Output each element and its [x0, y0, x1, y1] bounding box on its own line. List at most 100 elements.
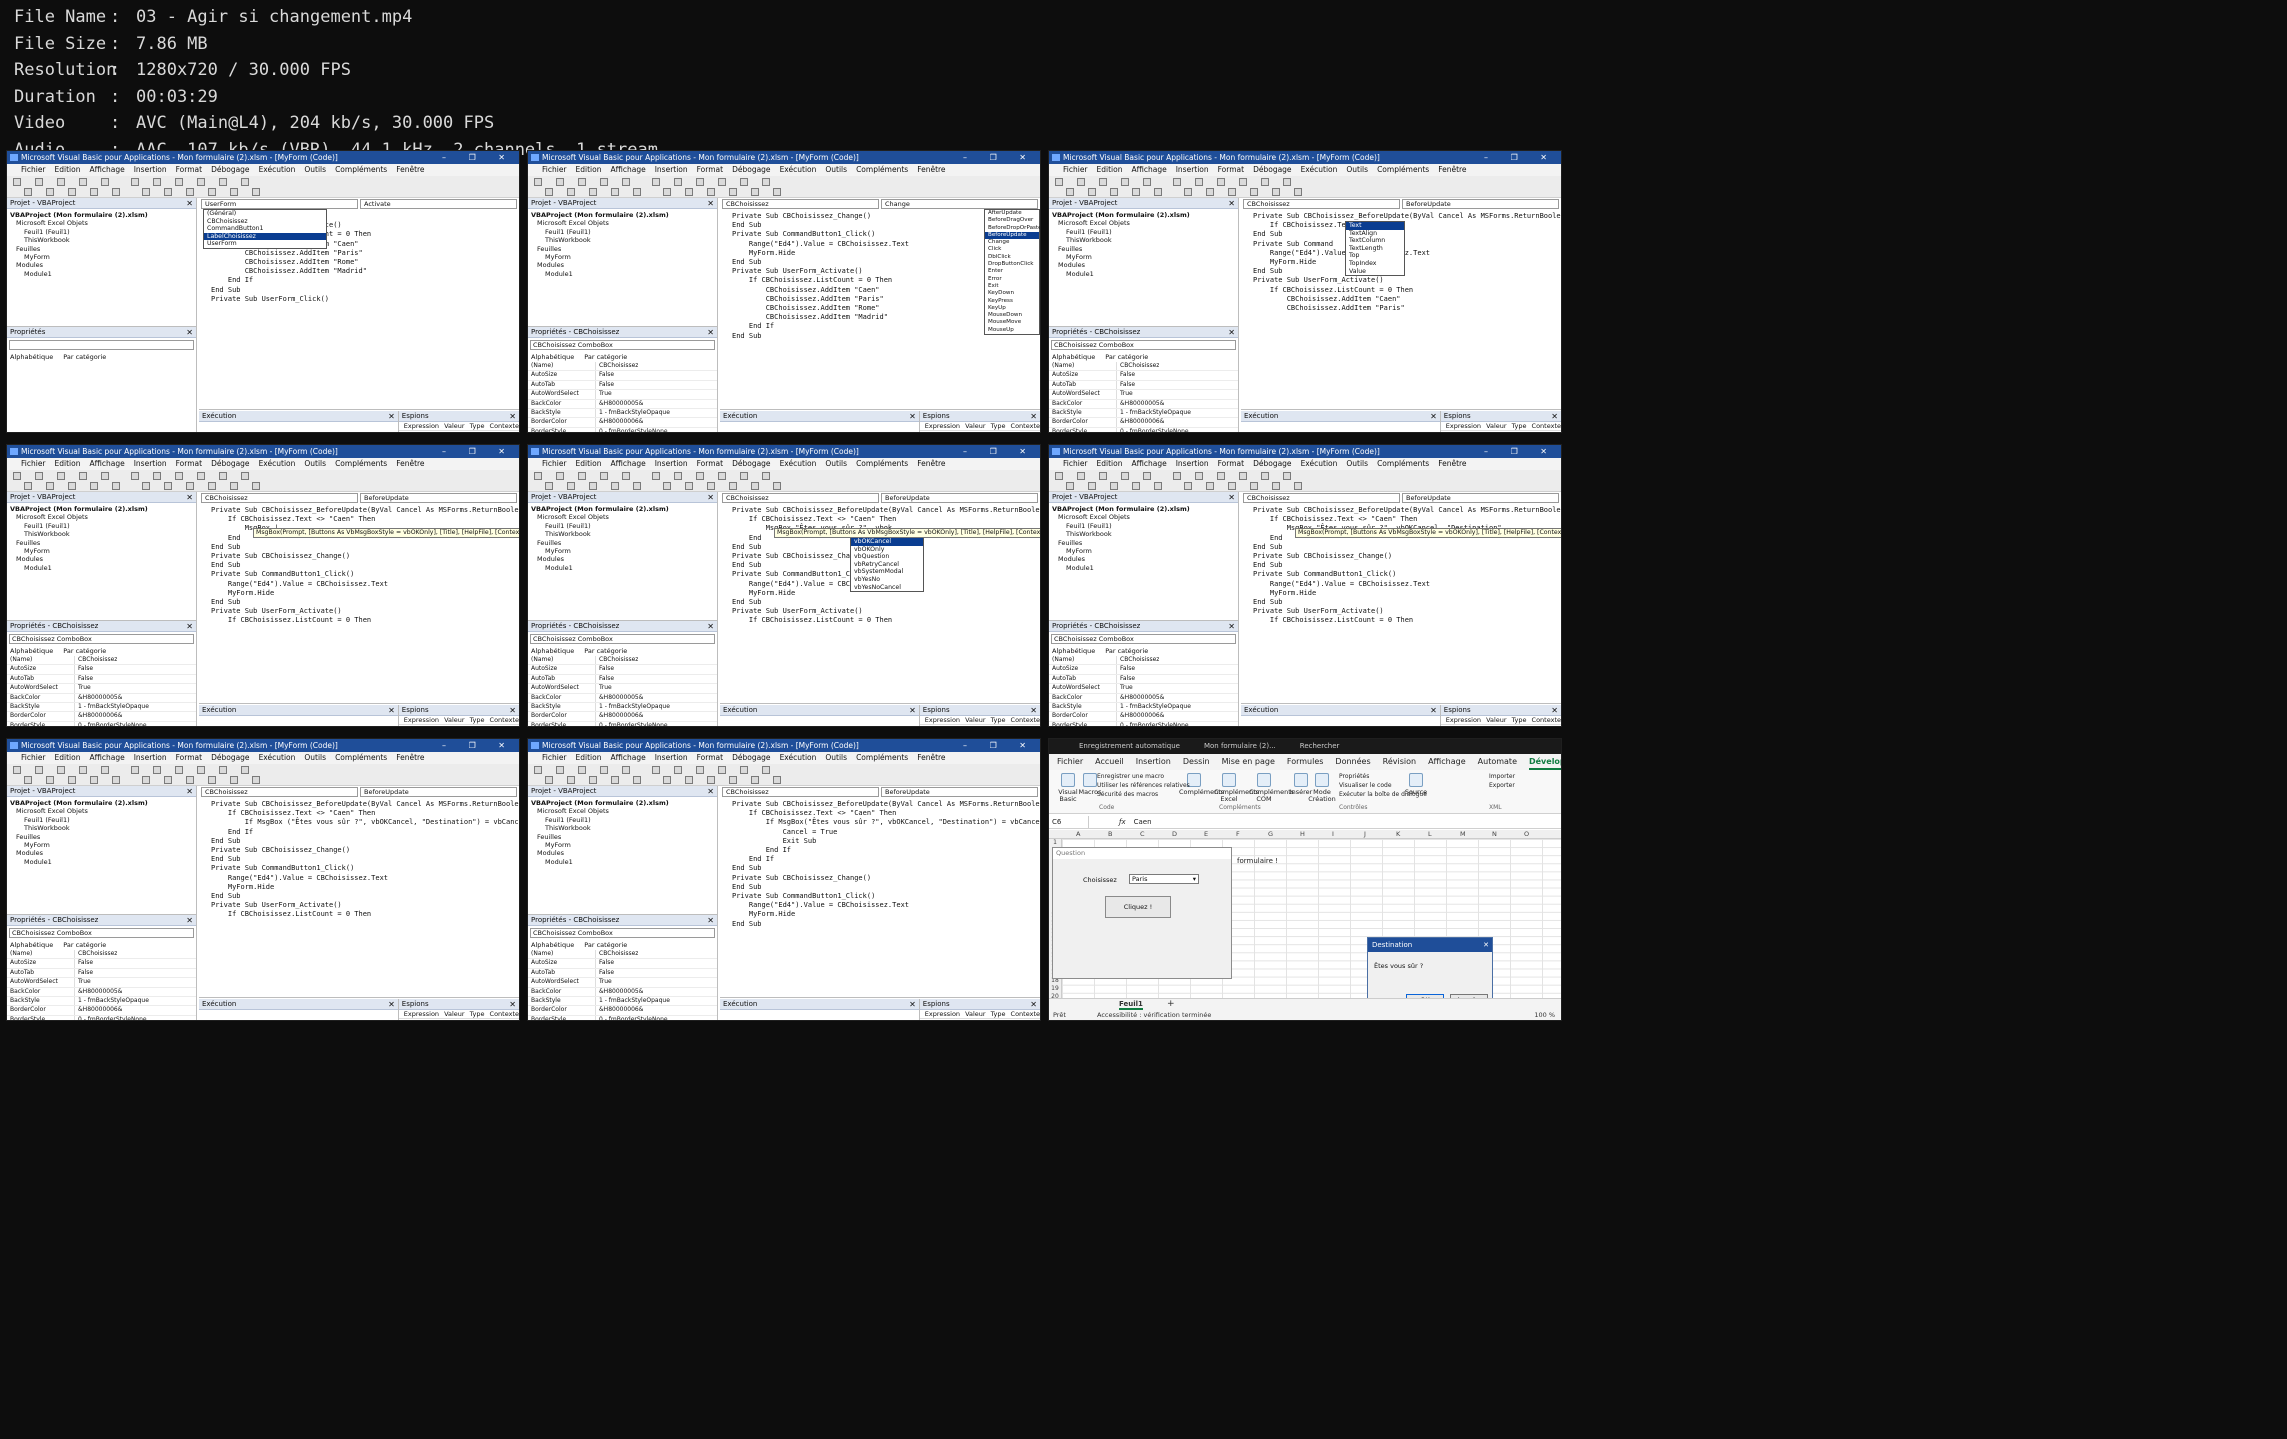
properties-tab[interactable]: Alphabétique	[10, 353, 53, 361]
toolbar-button-icon[interactable]	[1173, 178, 1181, 186]
toolbar-button-icon[interactable]	[13, 472, 21, 480]
column-header[interactable]: K	[1396, 830, 1400, 839]
toolbar-button-icon[interactable]	[90, 188, 98, 196]
ribbon-tab[interactable]: Automate	[1478, 754, 1517, 770]
close-icon[interactable]: ✕	[909, 411, 916, 422]
toolbar-button-icon[interactable]	[131, 766, 139, 774]
toolbar-button-icon[interactable]	[186, 482, 194, 490]
menu-item[interactable]: Insertion	[655, 752, 688, 764]
properties-tab[interactable]: Par catégorie	[63, 353, 106, 361]
toolbar-button-icon[interactable]	[1217, 472, 1225, 480]
close-icon[interactable]: ✕	[1228, 327, 1235, 338]
close-icon[interactable]: ✕	[1228, 621, 1235, 632]
toolbar-button-icon[interactable]	[773, 188, 781, 196]
menu-item[interactable]: Exécution	[780, 164, 817, 176]
menu-item[interactable]: Edition	[576, 164, 602, 176]
ribbon-tab[interactable]: Dessin	[1183, 754, 1210, 770]
toolbar-button-icon[interactable]	[567, 482, 575, 490]
column-header[interactable]: H	[1300, 830, 1305, 839]
object-dropdown[interactable]: CBChoisissez	[1243, 199, 1400, 209]
toolbar-button-icon[interactable]	[685, 776, 693, 784]
menu-item[interactable]: Affichage	[610, 752, 645, 764]
tree-item[interactable]: VBAProject (Mon formulaire (2).xlsm)	[10, 799, 193, 807]
toolbar-button-icon[interactable]	[79, 472, 87, 480]
property-row[interactable]: (Name) CBChoisissez	[528, 656, 717, 666]
immediate-window[interactable]: Exécution ✕	[199, 999, 399, 1020]
toolbar-button-icon[interactable]	[589, 482, 597, 490]
tree-item[interactable]: Feuilles	[531, 833, 714, 841]
toolbar-button-icon[interactable]	[740, 178, 748, 186]
toolbar-button-icon[interactable]	[589, 188, 597, 196]
toolbar-button-icon[interactable]	[696, 472, 704, 480]
immediate-window[interactable]: Exécution ✕	[1241, 411, 1441, 432]
menu-item[interactable]: Fenêtre	[1438, 458, 1466, 470]
properties-tab[interactable]: Alphabétique	[531, 353, 574, 361]
property-row[interactable]: AutoTab False	[1049, 674, 1238, 685]
menu-item[interactable]: Affichage	[610, 164, 645, 176]
menu-item[interactable]: Fenêtre	[1438, 164, 1466, 176]
toolbar-button-icon[interactable]	[622, 472, 630, 480]
menu-item[interactable]: Edition	[576, 458, 602, 470]
autocomplete-item[interactable]: vbOKOnly	[851, 546, 923, 554]
toolbar-button-icon[interactable]	[545, 188, 553, 196]
toolbar-button-icon[interactable]	[68, 188, 76, 196]
tree-item[interactable]: Feuil1 (Feuil1)	[1052, 522, 1235, 530]
tree-item[interactable]: Modules	[1052, 261, 1235, 269]
property-row[interactable]: BackStyle 1 - fmBackStyleOpaque	[7, 703, 196, 713]
column-header[interactable]: N	[1492, 830, 1497, 839]
toolbar-button-icon[interactable]	[1272, 188, 1280, 196]
tree-item[interactable]: VBAProject (Mon formulaire (2).xlsm)	[531, 211, 714, 219]
property-row[interactable]: BackColor &H80000005&	[1049, 399, 1238, 410]
toolbar-button-icon[interactable]	[208, 776, 216, 784]
toolbar-button-icon[interactable]	[1077, 472, 1085, 480]
tree-item[interactable]: Microsoft Excel Objets	[1052, 513, 1235, 521]
toolbar-button-icon[interactable]	[707, 188, 715, 196]
procedure-dropdown[interactable]: BeforeUpdate	[1402, 199, 1559, 209]
object-selector[interactable]: CBChoisissez ComboBox	[1051, 340, 1236, 350]
menu-item[interactable]: Affichage	[89, 458, 124, 470]
column-header[interactable]: D	[1172, 830, 1177, 839]
tree-item[interactable]: Microsoft Excel Objets	[10, 807, 193, 815]
menu-item[interactable]: Affichage	[1131, 458, 1166, 470]
toolbar-button-icon[interactable]	[685, 188, 693, 196]
toolbar-button-icon[interactable]	[46, 188, 54, 196]
tree-item[interactable]: Modules	[1052, 555, 1235, 563]
menu-item[interactable]: Compléments	[335, 164, 387, 176]
toolbar-button-icon[interactable]	[663, 482, 671, 490]
toolbar-button-icon[interactable]	[1099, 178, 1107, 186]
window-controls-icon[interactable]: – ❐ ✕	[442, 445, 515, 458]
menu-item[interactable]: Compléments	[856, 164, 908, 176]
tree-item[interactable]: VBAProject (Mon formulaire (2).xlsm)	[1052, 505, 1235, 513]
autocomplete-item[interactable]: AfterUpdate	[985, 210, 1039, 217]
property-row[interactable]: AutoTab False	[528, 674, 717, 685]
menu-item[interactable]: Compléments	[1377, 164, 1429, 176]
toolbar-button-icon[interactable]	[696, 766, 704, 774]
toolbar-button-icon[interactable]	[611, 188, 619, 196]
tree-item[interactable]: Modules	[10, 849, 193, 857]
property-row[interactable]: (Name) CBChoisissez	[528, 950, 717, 960]
toolbar-button-icon[interactable]	[1110, 188, 1118, 196]
toolbar-button-icon[interactable]	[175, 178, 183, 186]
toolbar-button-icon[interactable]	[13, 766, 21, 774]
menu-item[interactable]: Outils	[1346, 458, 1368, 470]
toolbar-button-icon[interactable]	[729, 188, 737, 196]
toolbar-button-icon[interactable]	[611, 482, 619, 490]
properties-tab[interactable]: Alphabétique	[531, 647, 574, 655]
toolbar-button-icon[interactable]	[1110, 482, 1118, 490]
procedure-dropdown[interactable]: BeforeUpdate	[360, 493, 517, 503]
toolbar-button-icon[interactable]	[545, 776, 553, 784]
property-row[interactable]: (Name) CBChoisissez	[1049, 656, 1238, 666]
menu-item[interactable]: Fichier	[542, 752, 567, 764]
toolbar-button-icon[interactable]	[556, 178, 564, 186]
toolbar-button-icon[interactable]	[600, 766, 608, 774]
tree-item[interactable]: ThisWorkbook	[10, 236, 193, 244]
toolbar-button-icon[interactable]	[101, 766, 109, 774]
toolbar-button-icon[interactable]	[112, 188, 120, 196]
tree-item[interactable]: MyForm	[1052, 547, 1235, 555]
tree-item[interactable]: Feuil1 (Feuil1)	[10, 816, 193, 824]
column-header[interactable]: B	[1108, 830, 1112, 839]
tree-item[interactable]: Feuil1 (Feuil1)	[1052, 228, 1235, 236]
close-icon[interactable]: ✕	[1030, 705, 1037, 716]
autocomplete-item[interactable]: Value	[1346, 268, 1404, 276]
ribbon-small-button[interactable]: Visualiser le code	[1339, 782, 1392, 789]
